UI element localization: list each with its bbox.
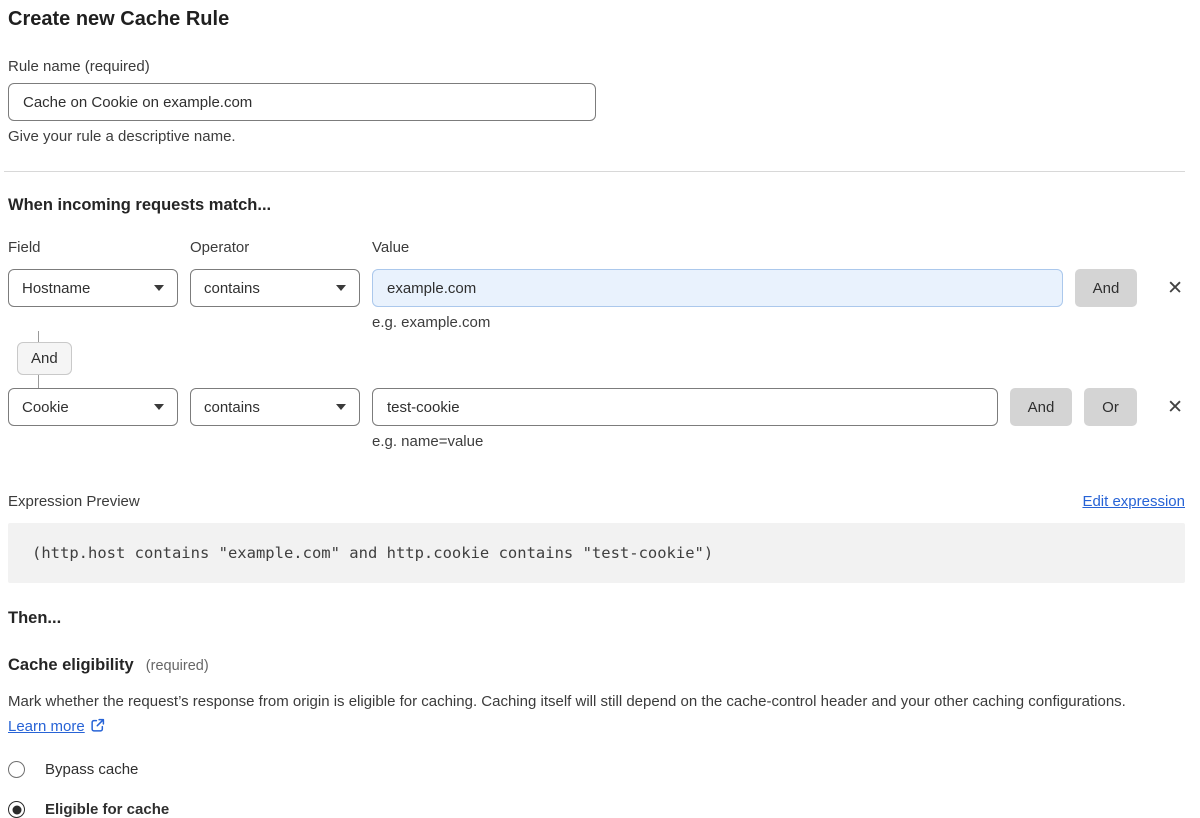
description-text: Mark whether the request’s response from… bbox=[8, 693, 1126, 710]
radio-selected-icon[interactable] bbox=[8, 801, 25, 818]
field-select-1[interactable]: Hostname bbox=[8, 269, 178, 307]
radio-option-eligible-for-cache[interactable]: Eligible for cache bbox=[8, 801, 1185, 818]
expression-code: (http.host contains "example.com" and ht… bbox=[8, 523, 1185, 583]
remove-condition-2-icon[interactable]: ✕ bbox=[1165, 398, 1185, 417]
and-button-row-2[interactable]: And bbox=[1010, 388, 1072, 426]
rule-name-input[interactable] bbox=[8, 83, 596, 121]
cache-eligibility-heading: Cache eligibility bbox=[8, 656, 134, 674]
match-heading: When incoming requests match... bbox=[8, 196, 1185, 215]
then-heading: Then... bbox=[8, 609, 1185, 628]
condition-row-2: Cookie contains And Or ✕ bbox=[8, 388, 1185, 426]
and-button-row-1[interactable]: And bbox=[1075, 269, 1137, 307]
operator-select-2[interactable]: contains bbox=[190, 388, 360, 426]
radio-unselected-icon[interactable] bbox=[8, 761, 25, 778]
rule-name-label: Rule name (required) bbox=[8, 58, 1185, 75]
connector-and-button[interactable]: And bbox=[17, 342, 72, 375]
learn-more-link[interactable]: Learn more bbox=[8, 718, 85, 735]
chevron-down-icon bbox=[336, 404, 346, 410]
or-button-row-2[interactable]: Or bbox=[1084, 388, 1137, 426]
external-link-icon bbox=[90, 718, 105, 733]
field-select-2[interactable]: Cookie bbox=[8, 388, 178, 426]
expression-preview-header: Expression Preview Edit expression bbox=[8, 493, 1185, 510]
remove-condition-1-icon[interactable]: ✕ bbox=[1165, 279, 1185, 298]
condition-column-labels: Field Operator Value bbox=[8, 239, 1185, 256]
value-hint-2: e.g. name=value bbox=[372, 433, 1185, 450]
radio-option-bypass-cache[interactable]: Bypass cache bbox=[8, 761, 1185, 778]
condition-connector: And bbox=[8, 331, 1185, 388]
chevron-down-icon bbox=[154, 285, 164, 291]
expression-preview-label: Expression Preview bbox=[8, 493, 140, 510]
operator-select-2-value: contains bbox=[204, 399, 260, 416]
operator-column-label: Operator bbox=[190, 239, 360, 256]
field-column-label: Field bbox=[8, 239, 178, 256]
required-note: (required) bbox=[146, 658, 209, 674]
radio-label-bypass: Bypass cache bbox=[45, 761, 138, 778]
field-select-1-value: Hostname bbox=[22, 280, 90, 297]
chevron-down-icon bbox=[154, 404, 164, 410]
page-title: Create new Cache Rule bbox=[8, 8, 1185, 31]
value-input-1[interactable] bbox=[372, 269, 1063, 307]
value-hint-1: e.g. example.com bbox=[372, 314, 1185, 331]
cache-eligibility-description: Mark whether the request’s response from… bbox=[8, 690, 1166, 739]
cache-eligibility-heading-row: Cache eligibility (required) bbox=[8, 656, 1185, 675]
value-input-2[interactable] bbox=[372, 388, 998, 426]
condition-row-1: Hostname contains And ✕ bbox=[8, 269, 1185, 307]
field-select-2-value: Cookie bbox=[22, 399, 69, 416]
section-divider bbox=[4, 171, 1185, 172]
radio-label-eligible: Eligible for cache bbox=[45, 801, 169, 818]
rule-name-helper: Give your rule a descriptive name. bbox=[8, 128, 1185, 145]
operator-select-1[interactable]: contains bbox=[190, 269, 360, 307]
value-column-label: Value bbox=[372, 239, 1185, 256]
connector-line-bottom bbox=[38, 375, 39, 388]
chevron-down-icon bbox=[336, 285, 346, 291]
operator-select-1-value: contains bbox=[204, 280, 260, 297]
edit-expression-link[interactable]: Edit expression bbox=[1082, 493, 1185, 510]
